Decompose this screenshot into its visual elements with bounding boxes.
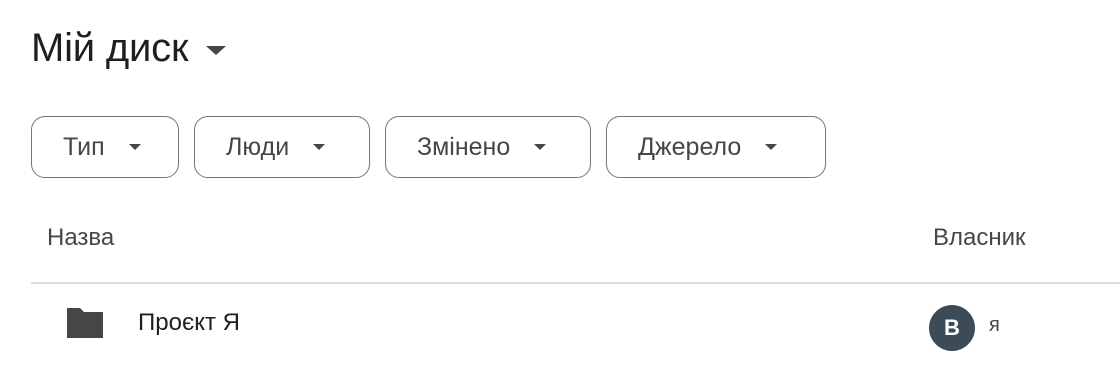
caret-down-icon [534,144,547,150]
filter-chip-source[interactable]: Джерело [606,116,826,178]
filter-chip-label: Тип [63,132,105,161]
owner-name: я [989,314,1000,336]
filter-bar: Тип Люди Змінено Джерело [31,116,826,178]
filter-chip-label: Змінено [417,132,511,161]
avatar: В [929,305,975,351]
filter-chip-modified[interactable]: Змінено [385,116,591,178]
filter-chip-type[interactable]: Тип [31,116,179,178]
caret-down-icon [765,144,778,150]
caret-down-icon [206,45,227,55]
page-title-dropdown[interactable]: Мій диск [31,20,227,76]
filter-chip-label: Джерело [638,132,742,161]
page-title: Мій диск [31,25,189,70]
drive-page: Мій диск Тип Люди Змінено Джерело Назва … [0,0,1120,373]
caret-down-icon [128,144,141,150]
caret-down-icon [313,144,326,150]
folder-icon [65,306,105,340]
filter-chip-label: Люди [226,132,290,161]
item-name: Проєкт Я [138,309,240,336]
column-header-owner[interactable]: Власник [933,224,1026,252]
column-header-name[interactable]: Назва [47,224,114,252]
table-row[interactable]: Проєкт Я В я [31,284,1120,364]
filter-chip-people[interactable]: Люди [194,116,370,178]
